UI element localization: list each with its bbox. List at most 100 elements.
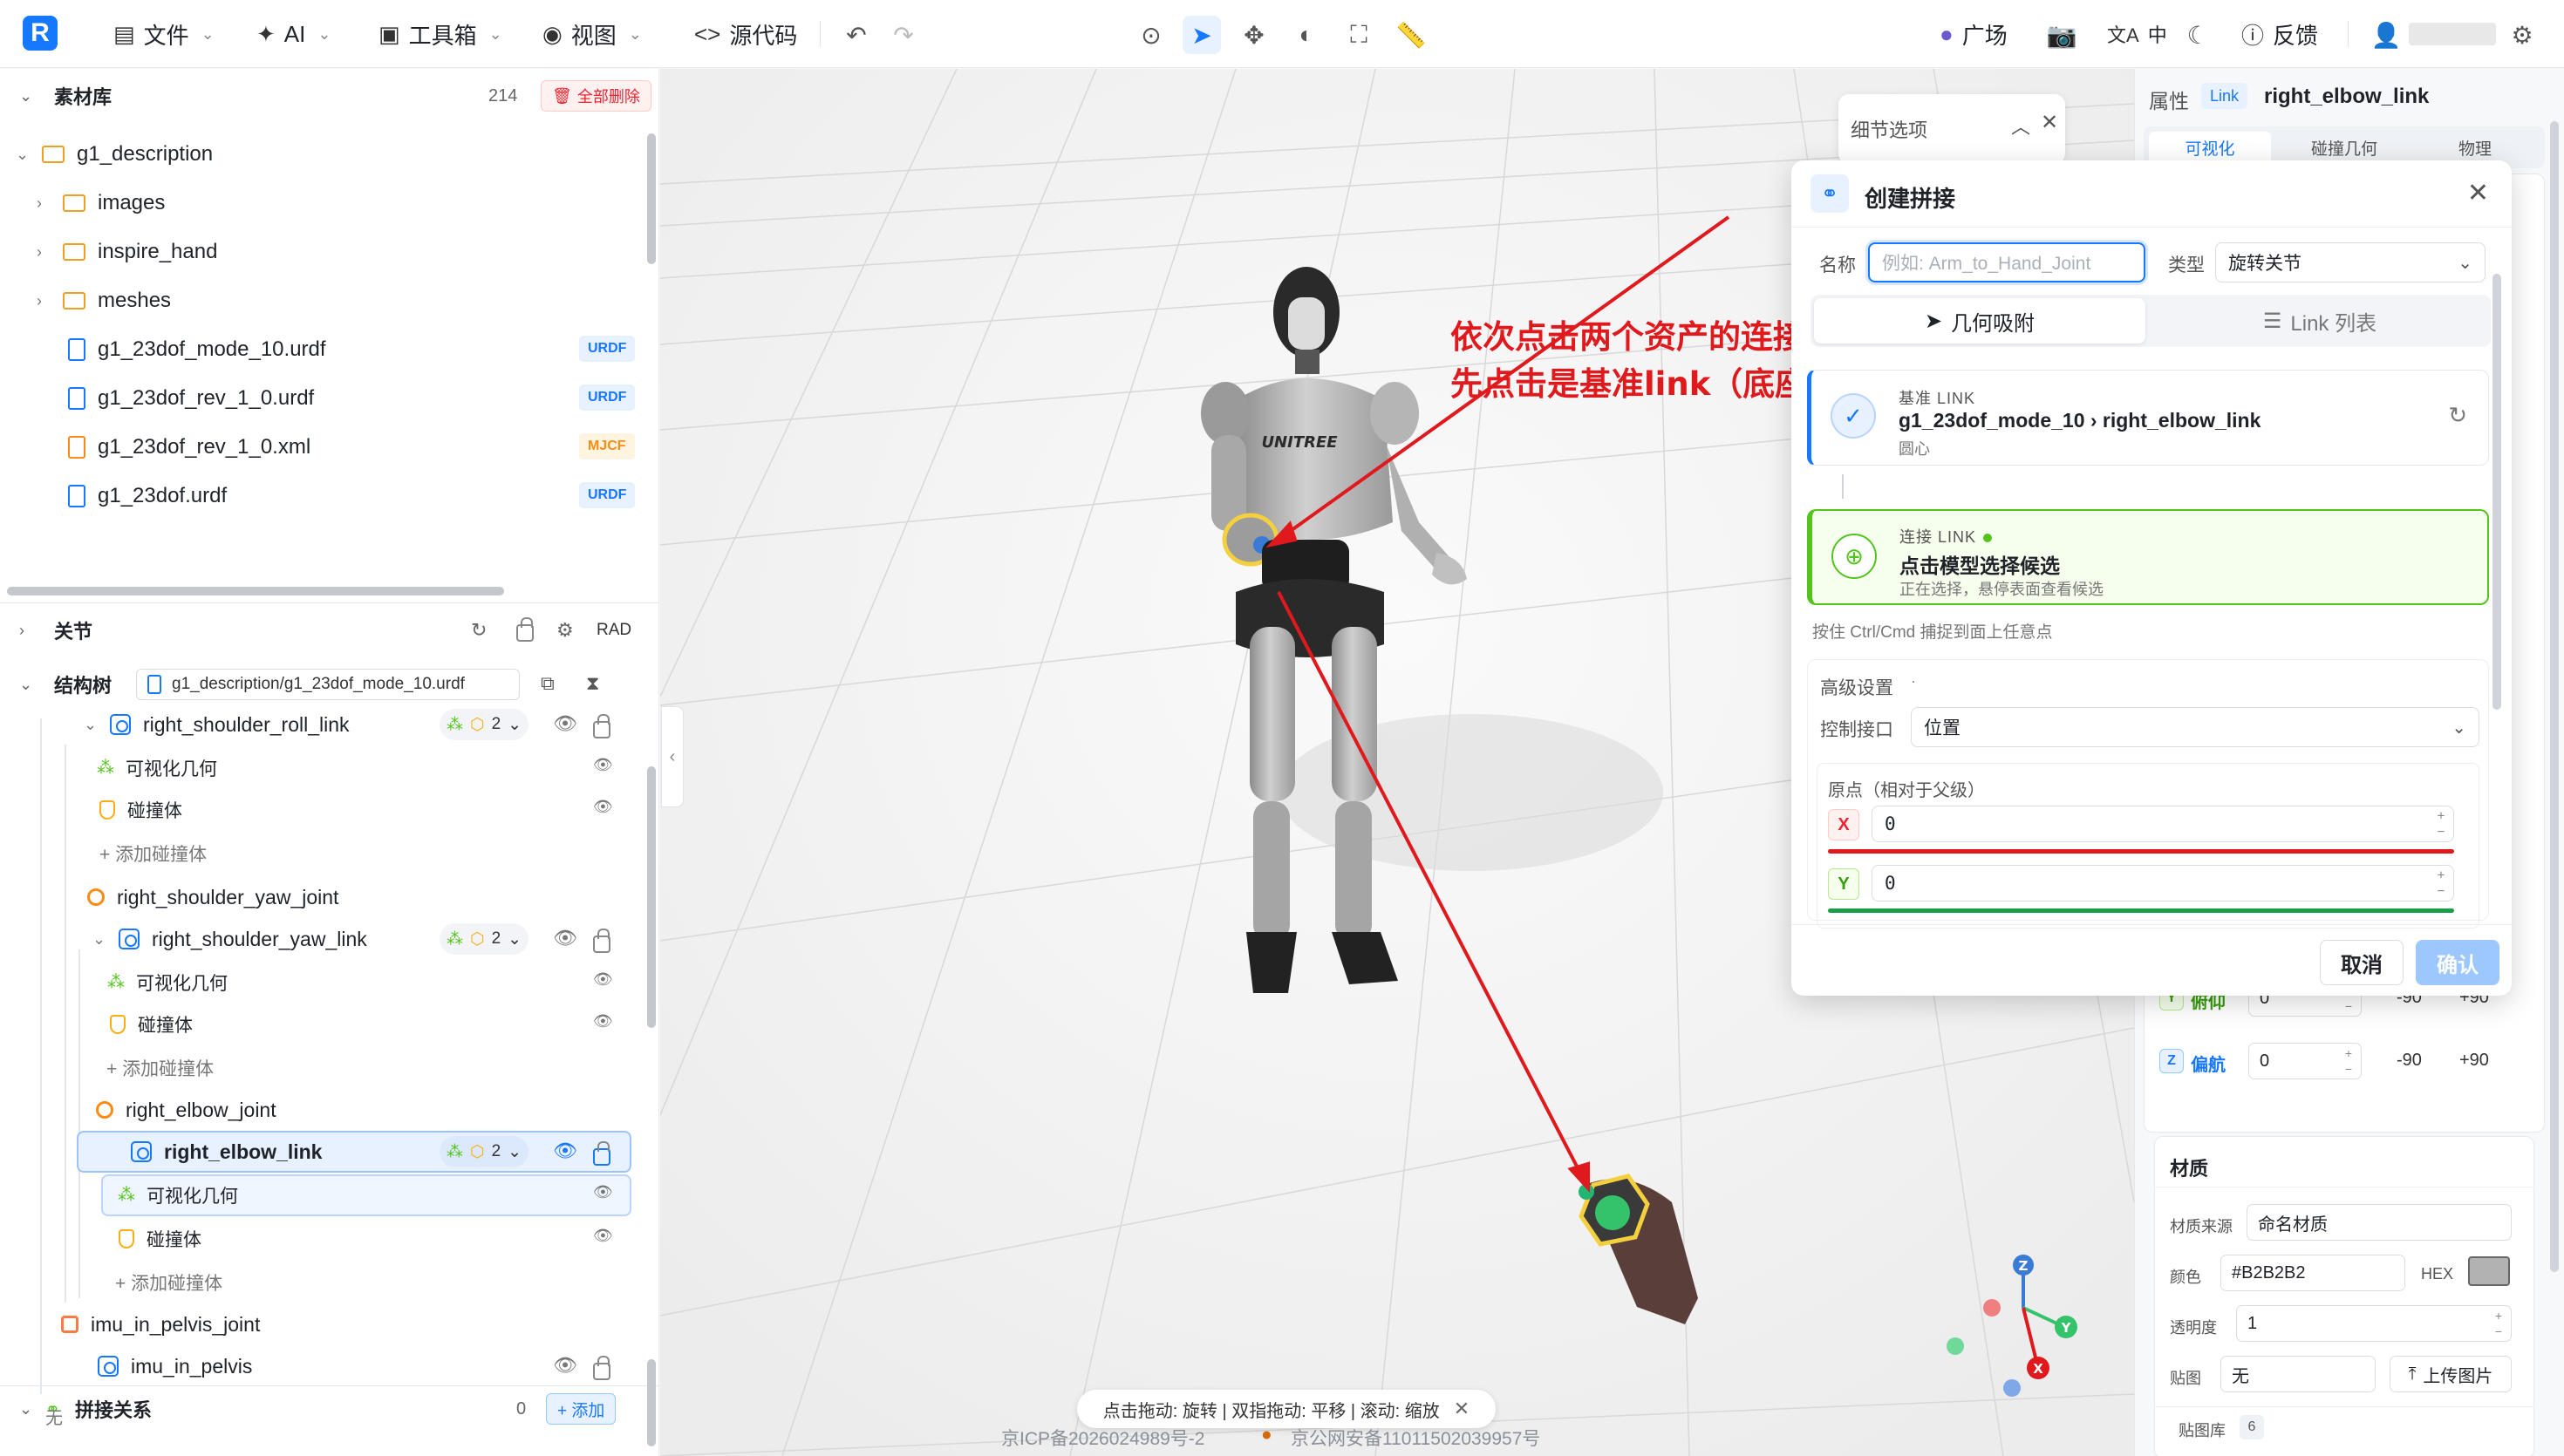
menu-ai[interactable]: ✦ AI ⌄ (256, 17, 331, 51)
menu-source[interactable]: <> 源代码 (694, 17, 797, 51)
cancel-button[interactable]: 取消 (2320, 940, 2404, 985)
splice-header[interactable]: ⌄ ⚭ 拼接关系 0 + 添加 (0, 1387, 658, 1431)
tree-link-row[interactable]: ⌄ right_shoulder_yaw_link (92, 918, 367, 960)
reset-icon[interactable]: ↻ (471, 619, 487, 642)
add-splice-button[interactable]: + 添加 (546, 1393, 617, 1425)
file-item[interactable]: g1_23dof.urdf (68, 475, 227, 517)
close-icon[interactable]: ✕ (2467, 178, 2489, 208)
visibility-eye-icon[interactable]: 👁 (553, 712, 577, 735)
chevron-up-icon[interactable]: ︿ (2011, 112, 2030, 139)
file-item[interactable]: g1_23dof_rev_1_0.xml (68, 426, 310, 468)
close-icon[interactable]: ✕ (1454, 1398, 1470, 1420)
tab-link-list[interactable]: ☰ Link 列表 (2154, 298, 2486, 344)
structure-file-path[interactable]: g1_description/g1_23dof_mode_10.urdf (136, 669, 520, 700)
opacity-input[interactable]: 1 + − (2236, 1305, 2512, 1342)
lock-icon[interactable] (593, 1141, 610, 1166)
gizmo-neg-z-handle[interactable] (2003, 1379, 2021, 1397)
camera-icon[interactable]: 📷 (2042, 16, 2081, 54)
file-item[interactable]: g1_23dof_mode_10.urdf (68, 329, 326, 371)
tree-collision-row[interactable]: 碰撞体 (99, 789, 182, 831)
hierarchy-icon[interactable]: ⧉ (541, 672, 555, 695)
connect-link-card[interactable]: ⊕ 连接 LINK 点击模型选择候选 正在选择，悬停表面查看候选 (1807, 509, 2489, 605)
dark-mode-icon[interactable]: ☾ (2179, 16, 2217, 54)
joints-header[interactable]: › 关节 ↻ ⚙ RAD (0, 609, 658, 652)
joint-type-select[interactable]: 旋转关节 ⌄ (2215, 242, 2486, 282)
icp-license-link[interactable]: 京ICP备2026024989号-2 (1001, 1425, 1204, 1451)
yaw-input[interactable]: 0 + − (2248, 1043, 2362, 1079)
lock-icon[interactable] (593, 1356, 610, 1380)
number-stepper[interactable]: +− (2432, 806, 2450, 841)
material-source-select[interactable]: 命名材质 (2247, 1204, 2512, 1241)
delete-all-button[interactable]: 🗑 全部删除 (541, 80, 651, 112)
number-stepper[interactable]: +− (2490, 1306, 2507, 1341)
visibility-eye-icon[interactable]: 👁 (593, 798, 613, 816)
police-record-link[interactable]: 京公网安备11011502039957号 (1291, 1425, 1540, 1451)
tab-visual[interactable]: 可视化 (2149, 132, 2271, 163)
confirm-button[interactable]: 确认 (2416, 940, 2499, 985)
ruler-icon[interactable]: 📏 (1392, 16, 1430, 54)
add-collision-button[interactable]: + 添加碰撞体 (99, 834, 207, 873)
splice-name-input[interactable]: 例如: Arm_to_Hand_Joint (1868, 242, 2145, 282)
upload-image-button[interactable]: ⤒ 上传图片 (2390, 1356, 2512, 1392)
advanced-settings-label[interactable]: 高级设置 (1820, 674, 1893, 700)
add-collision-button[interactable]: + 添加碰撞体 (106, 1049, 214, 1087)
tree-link-row[interactable]: ⌄ right_shoulder_roll_link (84, 704, 350, 745)
tree-collision-row[interactable]: 碰撞体 (110, 1004, 193, 1045)
close-icon[interactable]: ✕ (2041, 110, 2058, 135)
tree-link-row[interactable]: imu_in_pelvis (98, 1345, 252, 1387)
fullscreen-icon[interactable]: ⛶ (1340, 16, 1378, 54)
file-item[interactable]: g1_23dof_rev_1_0.urdf (68, 378, 314, 419)
structure-vertical-scrollbar[interactable] (647, 766, 656, 1028)
settings-icon[interactable]: ⚙ (556, 619, 574, 642)
link-geometry-counter[interactable]: ⁂ ⬡ 2 ⌄ (440, 923, 529, 955)
number-stepper[interactable]: +− (2340, 1044, 2357, 1078)
lock-icon[interactable] (593, 714, 610, 738)
assets-horizontal-scrollbar[interactable] (7, 587, 504, 595)
tree-joint-row[interactable]: right_elbow_joint (96, 1089, 276, 1131)
tree-joint-row[interactable]: right_shoulder_yaw_joint (87, 876, 338, 918)
add-collision-button[interactable]: + 添加碰撞体 (115, 1263, 222, 1302)
tab-collision[interactable]: 碰撞几何 (2283, 132, 2405, 163)
gizmo-neg-y-handle[interactable] (1947, 1337, 1964, 1355)
tree-visual-row[interactable]: ⁂ 可视化几何 (96, 747, 217, 789)
reset-icon[interactable]: ↻ (2448, 402, 2467, 429)
visibility-eye-icon[interactable]: 👁 (593, 1227, 613, 1245)
lock-icon[interactable] (516, 617, 534, 642)
tree-link-row-selected[interactable]: right_elbow_link (77, 1131, 631, 1173)
dialog-scrollbar[interactable] (2492, 274, 2501, 710)
control-interface-select[interactable]: 位置 ⌄ (1911, 707, 2479, 747)
texture-select[interactable]: 无 (2220, 1356, 2376, 1392)
tab-geometry-snap[interactable]: ➤ 几何吸附 (1814, 298, 2145, 344)
focus-view-icon[interactable]: ⊙ (1132, 16, 1170, 54)
lock-icon[interactable] (593, 929, 610, 953)
link-geometry-counter[interactable]: ⁂ ⬡ 2 ⌄ (440, 1136, 529, 1167)
redo-icon[interactable]: ↷ (884, 16, 923, 54)
visibility-eye-icon[interactable]: 👁 (593, 756, 613, 774)
number-stepper[interactable]: +− (2432, 866, 2450, 901)
palette-icon[interactable]: ◐ (1287, 16, 1326, 54)
tab-physics[interactable]: 物理 (2414, 132, 2536, 163)
folder-root[interactable]: ⌄ g1_description (16, 133, 213, 175)
app-logo[interactable]: R (23, 16, 58, 51)
settings-gear-icon[interactable]: ⚙ (2503, 16, 2541, 54)
select-tool-icon[interactable]: ➤ (1183, 16, 1221, 54)
folder-inspire-hand[interactable]: › inspire_hand (37, 231, 217, 273)
link-geometry-counter[interactable]: ⁂ ⬡ 2 ⌄ (440, 709, 529, 740)
properties-scrollbar[interactable] (2550, 121, 2559, 1272)
gizmo-neg-x-handle[interactable] (1983, 1299, 2001, 1317)
undo-icon[interactable]: ↶ (837, 16, 876, 54)
origin-y-input[interactable]: 0 + − (1872, 865, 2454, 901)
menu-view[interactable]: ◉ 视图 ⌄ (542, 17, 642, 51)
visibility-eye-icon[interactable]: 👁 (553, 1140, 577, 1162)
move-tool-icon[interactable]: ✥ (1235, 16, 1273, 54)
assets-header[interactable]: ⌄ 素材库 214 🗑 全部删除 (0, 74, 658, 118)
folder-meshes[interactable]: › meshes (37, 280, 171, 322)
user-icon[interactable]: 👤 (2367, 16, 2405, 54)
menu-toolbox[interactable]: ▣ 工具箱 ⌄ (378, 17, 502, 51)
visibility-eye-icon[interactable]: 👁 (593, 970, 613, 989)
visibility-eye-icon[interactable]: 👁 (553, 1354, 577, 1377)
menu-file[interactable]: ▤ 文件 ⌄ (113, 17, 215, 51)
visibility-eye-icon[interactable]: 👁 (593, 1183, 613, 1201)
visibility-eye-icon[interactable]: 👁 (553, 927, 577, 949)
color-swatch[interactable] (2468, 1256, 2510, 1286)
